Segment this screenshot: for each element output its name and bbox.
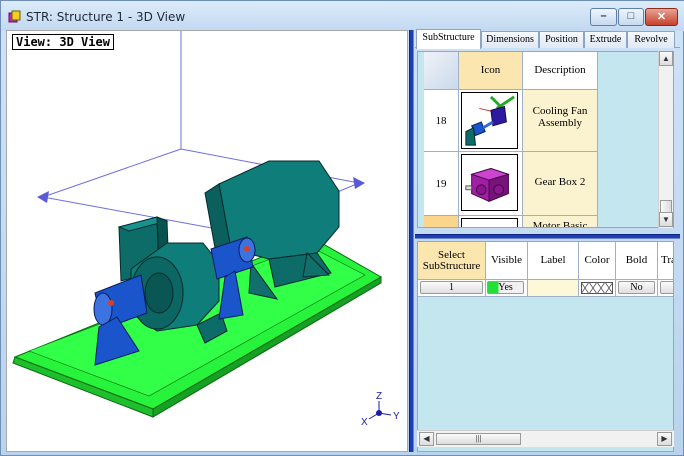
3d-scene[interactable]: Z X Y: [7, 31, 409, 453]
view-label: View: 3D View: [12, 34, 114, 50]
cooling-fan-icon: [461, 92, 518, 149]
scroll-up-icon[interactable]: ▲: [659, 51, 673, 66]
horizontal-splitter[interactable]: [415, 234, 680, 239]
icon-cell[interactable]: [459, 152, 523, 216]
column-header-bold[interactable]: Bold: [616, 242, 658, 280]
column-header-label[interactable]: Label: [528, 242, 579, 280]
window-title: STR: Structure 1 - 3D View: [26, 10, 186, 24]
substructure-vscrollbar[interactable]: ▲ ▼: [658, 51, 673, 228]
grid-corner[interactable]: [424, 52, 459, 90]
tab-bar: SubStructure Dimensions Position Extrude…: [415, 29, 680, 49]
color-cell[interactable]: [579, 280, 616, 297]
row-number[interactable]: [424, 216, 459, 227]
visible-cell[interactable]: Yes: [486, 280, 528, 297]
icon-cell[interactable]: [459, 216, 523, 227]
app-icon: [8, 10, 21, 23]
right-panel: SubStructure Dimensions Position Extrude…: [415, 29, 680, 452]
column-header-color[interactable]: Color: [579, 242, 616, 280]
axis-triad: Z X Y: [361, 391, 400, 428]
label-cell[interactable]: [528, 280, 579, 297]
tab-position[interactable]: Position: [539, 31, 584, 48]
motor-icon: [461, 218, 518, 227]
properties-grid: Select SubStructure Visible Label Color …: [417, 241, 674, 452]
substructure-grid: Icon Description 18 Cooling Fan Assembly…: [417, 51, 674, 228]
icon-cell[interactable]: [459, 90, 523, 152]
row-number[interactable]: 19: [424, 152, 459, 216]
row-number[interactable]: 18: [424, 90, 459, 152]
column-header-description[interactable]: Description: [523, 52, 598, 90]
maximize-button[interactable]: □: [618, 8, 644, 26]
axis-z-label: Z: [376, 391, 382, 402]
column-header-select-substructure[interactable]: Select SubStructure: [418, 242, 486, 280]
description-cell[interactable]: Cooling Fan Assembly: [523, 90, 598, 152]
axis-x-label: X: [361, 417, 368, 428]
scroll-thumb[interactable]: |||: [436, 433, 521, 445]
row-description: Cooling Fan Assembly: [532, 105, 588, 129]
scroll-right-icon[interactable]: ▶: [657, 432, 672, 446]
vertical-splitter[interactable]: [409, 30, 414, 452]
column-header-tra[interactable]: Tra: [658, 242, 673, 280]
row-description: Gear Box 2: [534, 176, 586, 188]
scroll-left-icon[interactable]: ◀: [419, 432, 434, 446]
description-cell[interactable]: Motor Basic: [523, 216, 598, 228]
column-header-icon[interactable]: Icon: [459, 52, 523, 90]
scroll-down-icon[interactable]: ▼: [659, 212, 673, 227]
visible-toggle[interactable]: Yes: [487, 281, 524, 294]
tab-substructure[interactable]: SubStructure: [416, 29, 481, 49]
axis-y-label: Y: [393, 411, 400, 422]
close-icon: ✕: [656, 11, 667, 23]
3d-viewport[interactable]: Z X Y View: 3D View: [6, 30, 408, 452]
tra-button[interactable]: [660, 281, 673, 294]
bold-cell[interactable]: No: [616, 280, 658, 297]
axis-arrow-left: [37, 191, 49, 203]
select-substructure-cell[interactable]: 1: [418, 280, 486, 297]
tra-cell[interactable]: [658, 280, 673, 297]
tab-revolve[interactable]: Revolve: [627, 31, 675, 48]
properties-hscrollbar[interactable]: ◀ ||| ▶: [417, 430, 674, 447]
bold-dropdown[interactable]: No: [618, 281, 655, 294]
minimize-button[interactable]: –: [590, 8, 617, 26]
row-description: Motor Basic: [532, 220, 588, 228]
axis-arrow-right: [353, 177, 365, 189]
column-header-visible[interactable]: Visible: [486, 242, 528, 280]
close-button[interactable]: ✕: [645, 8, 678, 26]
gear-box-icon: [461, 154, 518, 211]
title-bar[interactable]: STR: Structure 1 - 3D View – □ ✕: [1, 1, 684, 31]
color-swatch-icon: [581, 282, 613, 294]
tab-dimensions[interactable]: Dimensions: [481, 31, 539, 48]
description-cell[interactable]: Gear Box 2: [523, 152, 598, 216]
minimize-icon: –: [600, 10, 607, 22]
window: STR: Structure 1 - 3D View – □ ✕ Z X Y V…: [0, 0, 684, 456]
tab-extrude[interactable]: Extrude: [584, 31, 627, 48]
maximize-icon: □: [627, 10, 635, 22]
select-substructure-button[interactable]: 1: [420, 281, 483, 294]
